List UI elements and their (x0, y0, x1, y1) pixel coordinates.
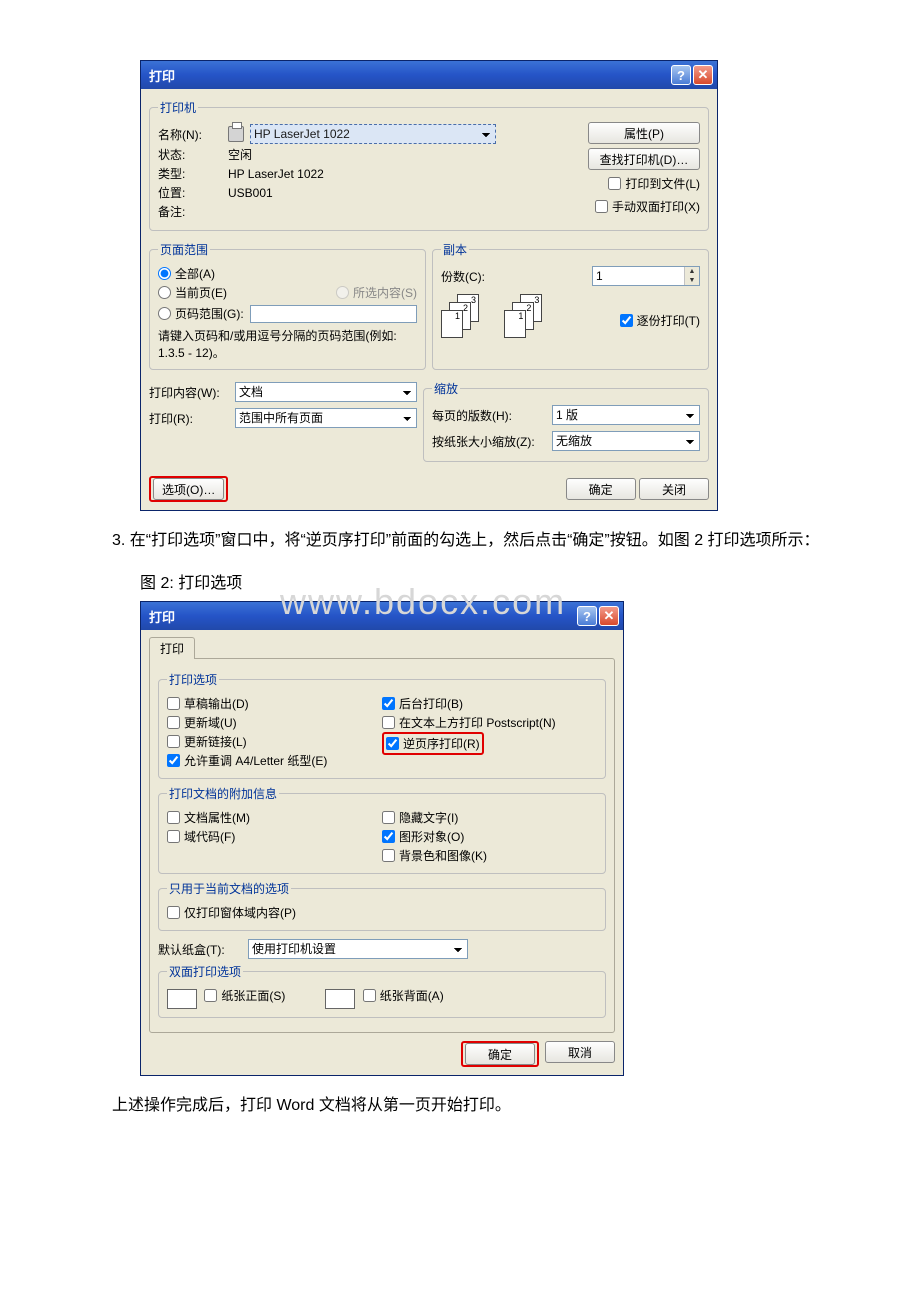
range-hint: 请键入页码和/或用逗号分隔的页码范围(例如: 1.3.5 - 12)。 (158, 327, 417, 361)
bg-image-checkbox[interactable]: 背景色和图像(K) (382, 847, 487, 864)
titlebar: 打印 ? ✕ (141, 61, 717, 89)
range-current-radio[interactable]: 当前页(E) (158, 284, 227, 301)
current-doc-group: 只用于当前文档的选项 仅打印窗体域内容(P) (158, 880, 606, 931)
reverse-order-checkbox[interactable]: 逆页序打印(R) (386, 735, 480, 752)
cancel-button[interactable]: 取消 (545, 1041, 615, 1063)
duplex-back-checkbox[interactable]: 纸张背面(A) (363, 987, 444, 1004)
status-label: 状态: (158, 146, 222, 163)
range-pages-input[interactable] (250, 305, 417, 323)
update-fields-checkbox[interactable]: 更新域(U) (167, 714, 237, 731)
printer-group: 打印机 名称(N): HP LaserJet 1022 状态: 空闲 (149, 99, 709, 231)
zoom-legend: 缩放 (432, 380, 460, 397)
location-label: 位置: (158, 184, 222, 201)
location-value: USB001 (228, 186, 273, 200)
duplex-legend: 双面打印选项 (167, 963, 243, 980)
print-dialog-1: 打印 ? ✕ 打印机 名称(N): HP LaserJet 1022 (140, 60, 718, 511)
field-codes-checkbox[interactable]: 域代码(F) (167, 828, 235, 845)
count-label: 份数(C): (441, 268, 485, 285)
close-icon-2[interactable]: ✕ (599, 606, 619, 626)
scale-combo[interactable]: 无缩放 (552, 431, 700, 451)
comment-label: 备注: (158, 203, 222, 220)
additional-info-group: 打印文档的附加信息 文档属性(M) 域代码(F) 隐藏文字(I) 图形对象(O)… (158, 785, 606, 874)
name-label: 名称(N): (158, 126, 222, 143)
close-button[interactable]: 关闭 (639, 478, 709, 500)
print-range-label: 打印(R): (149, 410, 235, 427)
copies-legend: 副本 (441, 241, 469, 258)
print-options-dialog: 打印 ? ✕ 打印 打印选项 草稿输出(D) 更新域(U) 更新链接(L) (140, 601, 624, 1076)
hidden-text-checkbox[interactable]: 隐藏文字(I) (382, 809, 458, 826)
collate-illustration-2: 3 2 1 (504, 294, 560, 344)
collate-checkbox[interactable]: 逐份打印(T) (620, 312, 700, 329)
printer-name-combo[interactable]: HP LaserJet 1022 (250, 124, 496, 144)
ok-button-2[interactable]: 确定 (465, 1043, 535, 1065)
range-pages-radio[interactable]: 页码范围(G): (158, 305, 244, 322)
find-printer-button[interactable]: 查找打印机(D)… (588, 148, 700, 170)
collate-illustration-1: 3 2 1 (441, 294, 497, 344)
tab-print[interactable]: 打印 (149, 637, 195, 659)
figure-2-caption: 图 2: 打印选项 (140, 570, 840, 597)
range-all-radio[interactable]: 全部(A) (158, 265, 215, 282)
draft-output-checkbox[interactable]: 草稿输出(D) (167, 695, 249, 712)
print-what-label: 打印内容(W): (149, 384, 235, 401)
help-button-2[interactable]: ? (577, 606, 597, 626)
duplex-group: 双面打印选项 纸张正面(S) 纸张背面(A) (158, 963, 606, 1018)
type-value: HP LaserJet 1022 (228, 167, 324, 181)
print-to-file-checkbox[interactable]: 打印到文件(L) (608, 175, 700, 192)
printer-legend: 打印机 (158, 99, 198, 116)
doc-properties-checkbox[interactable]: 文档属性(M) (167, 809, 250, 826)
copies-group: 副本 份数(C): ▲▼ 3 2 1 (432, 241, 709, 370)
print-what-combo[interactable]: 文档 (235, 382, 417, 402)
options-legend: 打印选项 (167, 671, 219, 688)
options-button[interactable]: 选项(O)… (153, 478, 224, 500)
titlebar-2: 打印 ? ✕ (141, 602, 623, 630)
pps-combo[interactable]: 1 版 (552, 405, 700, 425)
title-text: 打印 (149, 66, 669, 85)
forms-only-checkbox[interactable]: 仅打印窗体域内容(P) (167, 904, 296, 921)
paragraph-1: 3. 在“打印选项”窗口中，将“逆页序打印”前面的勾选上，然后点击“确定”按钮。… (80, 527, 840, 554)
drawing-objects-checkbox[interactable]: 图形对象(O) (382, 828, 464, 845)
ok-button[interactable]: 确定 (566, 478, 636, 500)
zoom-group: 缩放 每页的版数(H): 1 版 按纸张大小缩放(Z): 无缩放 (423, 380, 709, 462)
background-print-checkbox[interactable]: 后台打印(B) (382, 695, 463, 712)
type-label: 类型: (158, 165, 222, 182)
printer-icon (228, 126, 244, 142)
additional-legend: 打印文档的附加信息 (167, 785, 279, 802)
title-text-2: 打印 (149, 607, 575, 626)
status-value: 空闲 (228, 146, 252, 163)
duplex-front-checkbox[interactable]: 纸张正面(S) (204, 987, 285, 1004)
duplex-front-icon (167, 989, 197, 1009)
pps-label: 每页的版数(H): (432, 407, 552, 424)
tray-combo[interactable]: 使用打印机设置 (248, 939, 468, 959)
page-range-group: 页面范围 全部(A) 当前页(E) 所选内容(S) (149, 241, 426, 370)
update-links-checkbox[interactable]: 更新链接(L) (167, 733, 247, 750)
print-options-group: 打印选项 草稿输出(D) 更新域(U) 更新链接(L) 允许重调 A4/Lett… (158, 671, 606, 779)
allow-a4-checkbox[interactable]: 允许重调 A4/Letter 纸型(E) (167, 752, 327, 769)
manual-duplex-checkbox[interactable]: 手动双面打印(X) (595, 198, 700, 215)
ps-over-text-checkbox[interactable]: 在文本上方打印 Postscript(N) (382, 714, 556, 731)
properties-button[interactable]: 属性(P) (588, 122, 700, 144)
range-selection-radio: 所选内容(S) (336, 284, 417, 301)
duplex-back-icon (325, 989, 355, 1009)
paragraph-2: 上述操作完成后，打印 Word 文档将从第一页开始打印。 (80, 1092, 840, 1119)
scale-label: 按纸张大小缩放(Z): (432, 433, 552, 450)
spinner-arrows[interactable]: ▲▼ (684, 267, 699, 285)
range-legend: 页面范围 (158, 241, 210, 258)
help-button[interactable]: ? (671, 65, 691, 85)
currentdoc-legend: 只用于当前文档的选项 (167, 880, 291, 897)
close-icon[interactable]: ✕ (693, 65, 713, 85)
tray-label: 默认纸盒(T): (158, 941, 248, 958)
print-range-combo[interactable]: 范围中所有页面 (235, 408, 417, 428)
